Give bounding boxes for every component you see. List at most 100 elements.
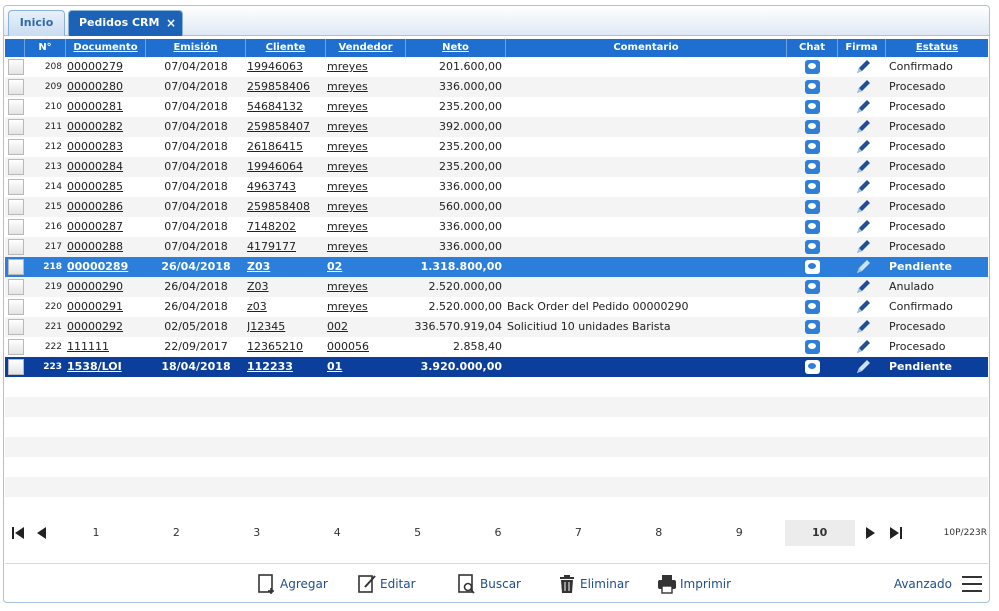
signature-pen-icon[interactable] — [854, 159, 871, 176]
client-link[interactable]: 259858406 — [247, 77, 325, 97]
signature-pen-icon[interactable] — [854, 59, 871, 76]
document-link[interactable]: 00000290 — [67, 277, 145, 297]
chat-icon[interactable] — [805, 60, 820, 74]
seller-link[interactable]: mreyes — [327, 237, 405, 257]
table-row[interactable]: 209 00000280 07/04/2018 259858406 mreyes 336.… — [5, 77, 988, 97]
page-3[interactable]: 3 — [222, 520, 292, 546]
client-link[interactable]: z03 — [247, 297, 325, 317]
table-row[interactable]: 213 00000284 07/04/2018 19946064 mreyes 235.2… — [5, 157, 988, 177]
chat-icon[interactable] — [805, 360, 820, 374]
page-8[interactable]: 8 — [624, 520, 694, 546]
page-9[interactable]: 9 — [704, 520, 774, 546]
seller-link[interactable]: mreyes — [327, 77, 405, 97]
header-chat[interactable]: Chat — [787, 39, 838, 57]
table-row[interactable]: 217 00000288 07/04/2018 4179177 mreyes 336.00… — [5, 237, 988, 257]
row-checkbox[interactable] — [8, 159, 24, 175]
table-row[interactable]: 208 00000279 07/04/2018 19946063 mreyes 201.6… — [5, 57, 988, 77]
table-row[interactable]: 211 00000282 07/04/2018 259858407 mreyes 392.… — [5, 117, 988, 137]
page-4[interactable]: 4 — [302, 520, 372, 546]
imprimir-button[interactable]: Imprimir — [657, 573, 742, 595]
header-estatus[interactable]: Estatus — [886, 39, 988, 57]
seller-link[interactable]: 02 — [327, 257, 405, 277]
chat-icon[interactable] — [805, 180, 820, 194]
client-link[interactable]: 7148202 — [247, 217, 325, 237]
menu-icon[interactable] — [962, 576, 982, 592]
table-row[interactable]: 210 00000281 07/04/2018 54684132 mreyes 235.2… — [5, 97, 988, 117]
document-link[interactable]: 111111 — [67, 337, 145, 357]
signature-pen-icon[interactable] — [854, 319, 871, 336]
client-link[interactable]: 259858407 — [247, 117, 325, 137]
chat-icon[interactable] — [805, 100, 820, 114]
header-emision[interactable]: Emisión — [146, 39, 246, 57]
document-link[interactable]: 00000283 — [67, 137, 145, 157]
document-link[interactable]: 00000281 — [67, 97, 145, 117]
document-link[interactable]: 00000279 — [67, 57, 145, 77]
chat-icon[interactable] — [805, 120, 820, 134]
next-page-icon[interactable] — [865, 525, 877, 541]
table-row[interactable]: 221 00000292 02/05/2018 J12345 002 336.570.91… — [5, 317, 988, 337]
signature-pen-icon[interactable] — [854, 339, 871, 356]
table-row[interactable]: 223 1538/LOI 18/04/2018 112233 01 3.920.000,0… — [5, 357, 988, 377]
seller-link[interactable]: mreyes — [327, 137, 405, 157]
client-link[interactable]: 12365210 — [247, 337, 325, 357]
row-checkbox[interactable] — [8, 279, 24, 295]
row-checkbox[interactable] — [8, 139, 24, 155]
document-link[interactable]: 00000282 — [67, 117, 145, 137]
document-link[interactable]: 00000291 — [67, 297, 145, 317]
signature-pen-icon[interactable] — [854, 279, 871, 296]
header-vendedor[interactable]: Vendedor — [326, 39, 406, 57]
chat-icon[interactable] — [805, 280, 820, 294]
document-link[interactable]: 00000284 — [67, 157, 145, 177]
signature-pen-icon[interactable] — [854, 359, 871, 376]
buscar-button[interactable]: Buscar — [457, 573, 532, 595]
signature-pen-icon[interactable] — [854, 259, 871, 276]
row-checkbox[interactable] — [8, 59, 24, 75]
chat-icon[interactable] — [805, 160, 820, 174]
tab-inicio[interactable]: Inicio — [8, 10, 65, 36]
page-5[interactable]: 5 — [383, 520, 453, 546]
table-row[interactable]: 214 00000285 07/04/2018 4963743 mreyes 336.00… — [5, 177, 988, 197]
row-checkbox[interactable] — [8, 319, 24, 335]
page-6[interactable]: 6 — [463, 520, 533, 546]
row-checkbox[interactable] — [8, 99, 24, 115]
seller-link[interactable]: mreyes — [327, 97, 405, 117]
page-2[interactable]: 2 — [141, 520, 211, 546]
header-cliente[interactable]: Cliente — [246, 39, 326, 57]
page-7[interactable]: 7 — [543, 520, 613, 546]
table-row[interactable]: 220 00000291 26/04/2018 z03 mreyes 2.520.000,… — [5, 297, 988, 317]
seller-link[interactable]: mreyes — [327, 197, 405, 217]
client-link[interactable]: Z03 — [247, 277, 325, 297]
row-checkbox[interactable] — [8, 179, 24, 195]
document-link[interactable]: 00000288 — [67, 237, 145, 257]
client-link[interactable]: J12345 — [247, 317, 325, 337]
document-link[interactable]: 1538/LOI — [67, 357, 145, 377]
row-checkbox[interactable] — [8, 359, 24, 375]
page-1[interactable]: 1 — [61, 520, 131, 546]
prev-page-icon[interactable] — [35, 525, 47, 541]
header-num[interactable]: N° — [25, 39, 66, 57]
document-link[interactable]: 00000289 — [67, 257, 145, 277]
chat-icon[interactable] — [805, 260, 820, 274]
table-row[interactable]: 218 00000289 26/04/2018 Z03 02 1.318.800,00 Pe… — [5, 257, 988, 277]
chat-icon[interactable] — [805, 80, 820, 94]
seller-link[interactable]: mreyes — [327, 177, 405, 197]
seller-link[interactable]: mreyes — [327, 57, 405, 77]
client-link[interactable]: Z03 — [247, 257, 325, 277]
chat-icon[interactable] — [805, 300, 820, 314]
signature-pen-icon[interactable] — [854, 99, 871, 116]
client-link[interactable]: 19946064 — [247, 157, 325, 177]
avanzado-button[interactable]: Avanzado — [894, 573, 952, 595]
header-comentario[interactable]: Comentario — [506, 39, 787, 57]
client-link[interactable]: 4179177 — [247, 237, 325, 257]
row-checkbox[interactable] — [8, 79, 24, 95]
signature-pen-icon[interactable] — [854, 299, 871, 316]
signature-pen-icon[interactable] — [854, 239, 871, 256]
header-firma[interactable]: Firma — [838, 39, 886, 57]
seller-link[interactable]: mreyes — [327, 277, 405, 297]
signature-pen-icon[interactable] — [854, 139, 871, 156]
row-checkbox[interactable] — [8, 239, 24, 255]
chat-icon[interactable] — [805, 140, 820, 154]
last-page-icon[interactable] — [889, 525, 903, 541]
client-link[interactable]: 259858408 — [247, 197, 325, 217]
row-checkbox[interactable] — [8, 339, 24, 355]
